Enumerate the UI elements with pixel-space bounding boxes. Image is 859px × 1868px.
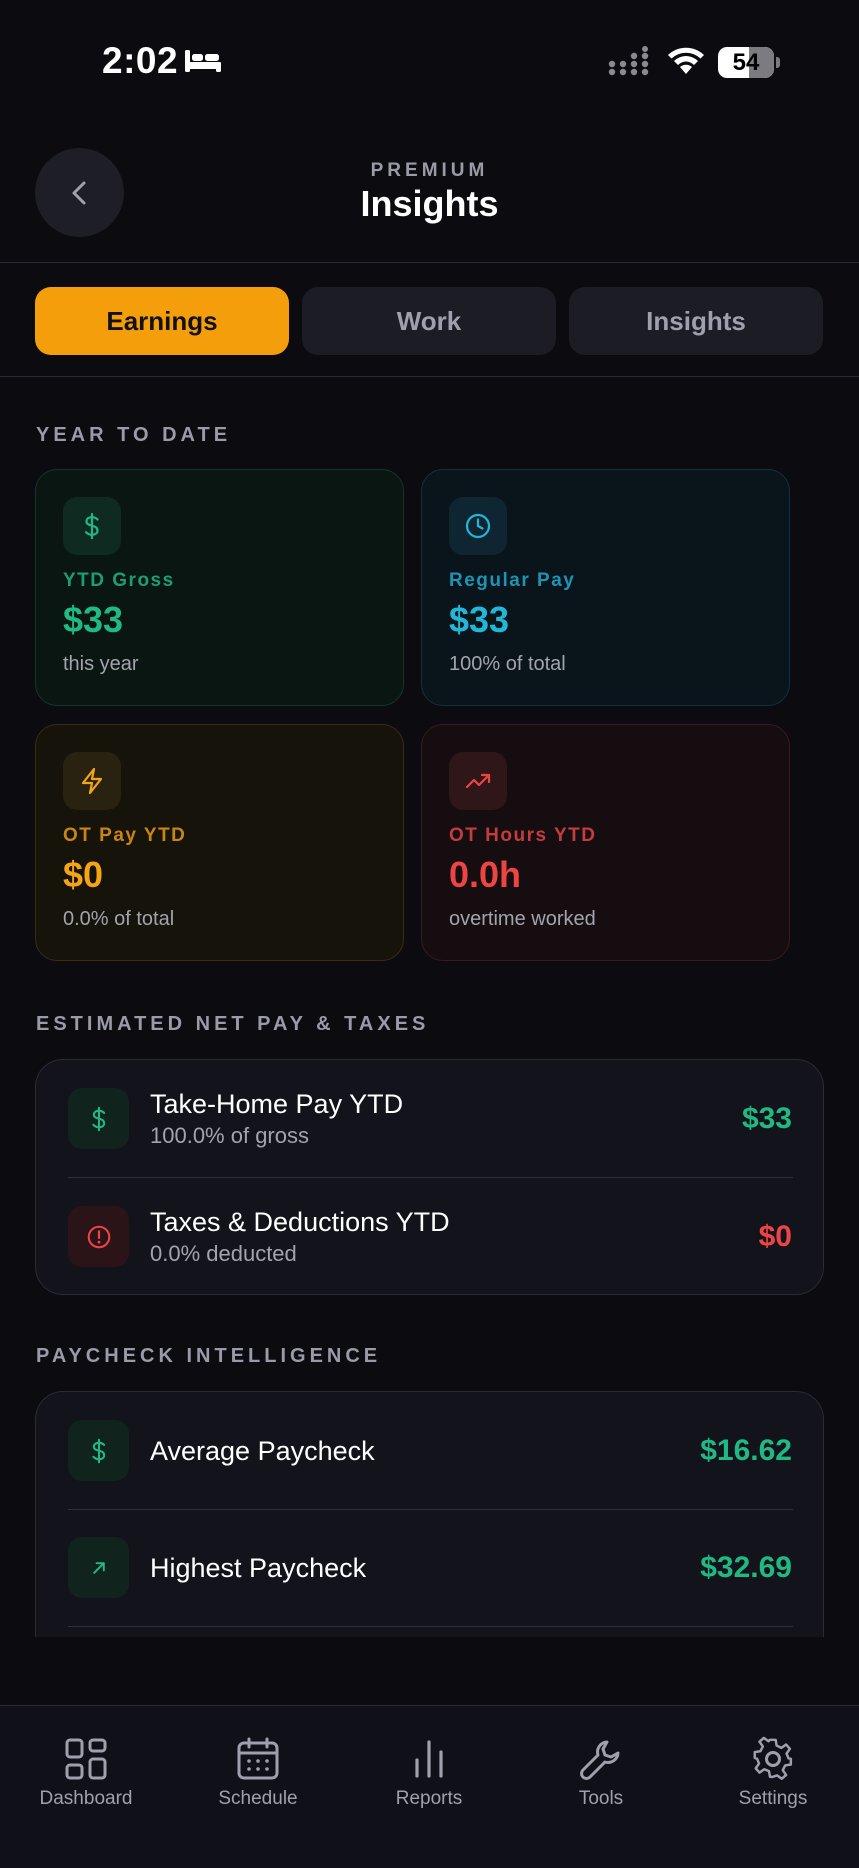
stat-card-ot-pay[interactable]: OT Pay YTD $0 0.0% of total xyxy=(35,724,404,961)
paycheck-intelligence-panel: Average Paycheck $16.62 Highest Paycheck… xyxy=(35,1391,824,1637)
status-bar: 2:02 54 xyxy=(0,0,859,120)
stat-card-ytd-gross[interactable]: YTD Gross $33 this year xyxy=(35,469,404,706)
nav-label: Schedule xyxy=(218,1788,298,1809)
stat-subtext: 0.0% of total xyxy=(63,908,175,930)
dashboard-icon xyxy=(65,1738,107,1780)
stat-label: YTD Gross xyxy=(63,570,175,591)
stat-card-ot-hours[interactable]: OT Hours YTD 0.0h overtime worked xyxy=(421,724,790,961)
header-divider xyxy=(0,262,859,263)
stat-subtext: overtime worked xyxy=(449,908,596,930)
stat-value: $33 xyxy=(63,599,124,640)
stat-label: OT Hours YTD xyxy=(449,825,597,846)
battery-level: 54 xyxy=(732,49,760,76)
list-item-average-paycheck[interactable]: Average Paycheck $16.62 xyxy=(36,1392,823,1509)
nav-label: Dashboard xyxy=(39,1788,133,1809)
alert-circle-icon xyxy=(68,1206,129,1267)
row-divider xyxy=(68,1626,793,1627)
nav-item-reports[interactable]: Reports xyxy=(359,1736,499,1810)
dollar-icon xyxy=(68,1088,129,1149)
list-item-taxes[interactable]: Taxes & Deductions YTD 0.0% deducted $0 xyxy=(36,1178,823,1294)
status-time: 2:02 xyxy=(102,40,179,81)
row-title: Taxes & Deductions YTD xyxy=(150,1207,450,1237)
bed-icon xyxy=(185,50,221,72)
cellular-signal-icon xyxy=(608,46,649,76)
nav-label: Tools xyxy=(578,1788,624,1809)
bottom-nav: Dashboard Schedule Reports Tools Setting… xyxy=(0,1705,859,1868)
stat-subtext: this year xyxy=(63,653,139,675)
tab-insights[interactable]: Insights xyxy=(569,287,823,355)
bar-chart-icon xyxy=(415,1740,443,1778)
dollar-icon xyxy=(63,497,121,555)
section-label-net-pay: ESTIMATED NET PAY & TAXES xyxy=(36,1013,430,1035)
stat-value: $0 xyxy=(63,854,104,895)
row-value: $33 xyxy=(741,1102,792,1135)
battery-indicator: 54 xyxy=(718,47,780,78)
header-eyebrow: PREMIUM xyxy=(370,160,489,181)
wrench-icon xyxy=(580,1740,620,1780)
nav-item-tools[interactable]: Tools xyxy=(531,1736,671,1810)
row-title: Take-Home Pay YTD xyxy=(150,1089,404,1119)
stat-subtext: 100% of total xyxy=(449,653,566,675)
nav-item-settings[interactable]: Settings xyxy=(703,1736,843,1810)
stat-value: 0.0h xyxy=(449,854,522,895)
nav-item-dashboard[interactable]: Dashboard xyxy=(16,1736,156,1810)
tabs-divider xyxy=(0,376,859,377)
row-value: $16.62 xyxy=(700,1434,792,1467)
list-item-take-home[interactable]: Take-Home Pay YTD 100.0% of gross $33 xyxy=(36,1060,823,1178)
section-label-paycheck-intelligence: PAYCHECK INTELLIGENCE xyxy=(36,1345,382,1367)
arrow-up-right-icon xyxy=(68,1537,129,1598)
trending-up-icon xyxy=(449,752,507,810)
clock-icon xyxy=(449,497,507,555)
stat-label: Regular Pay xyxy=(449,570,576,591)
page-title: Insights xyxy=(360,183,499,224)
stat-card-regular-pay[interactable]: Regular Pay $33 100% of total xyxy=(421,469,790,706)
stat-value: $33 xyxy=(449,599,510,640)
list-item-highest-paycheck[interactable]: Highest Paycheck $32.69 xyxy=(36,1509,823,1626)
row-value: $32.69 xyxy=(700,1551,792,1584)
gear-icon xyxy=(753,1736,793,1780)
lightning-icon xyxy=(63,752,121,810)
nav-label: Reports xyxy=(395,1788,463,1809)
net-pay-panel: Take-Home Pay YTD 100.0% of gross $33 Ta… xyxy=(35,1059,824,1295)
nav-item-schedule[interactable]: Schedule xyxy=(188,1736,328,1810)
row-title: Highest Paycheck xyxy=(150,1553,367,1583)
row-subtext: 0.0% deducted xyxy=(150,1241,297,1266)
calendar-icon xyxy=(237,1737,279,1780)
row-value: $0 xyxy=(758,1220,792,1253)
dollar-icon xyxy=(68,1420,129,1481)
nav-label: Settings xyxy=(738,1788,808,1809)
row-subtext: 100.0% of gross xyxy=(150,1123,309,1148)
tab-work[interactable]: Work xyxy=(302,287,556,355)
stat-label: OT Pay YTD xyxy=(63,825,187,846)
tab-earnings[interactable]: Earnings xyxy=(35,287,289,355)
section-label-year-to-date: YEAR TO DATE xyxy=(36,424,232,446)
row-title: Average Paycheck xyxy=(150,1436,375,1466)
wifi-icon xyxy=(668,47,704,74)
